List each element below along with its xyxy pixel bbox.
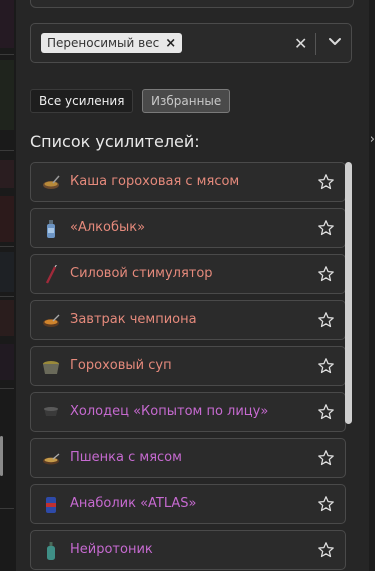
- booster-item[interactable]: Каша гороховая с мясом: [30, 162, 346, 202]
- booster-item[interactable]: Холодец «Копытом по лицу»: [30, 392, 346, 432]
- all-boosters-button[interactable]: Все усиления: [30, 89, 134, 113]
- anabolic-can-icon: [46, 497, 56, 513]
- favorite-star-icon[interactable]: [317, 173, 335, 191]
- energy-drink-bottle-icon: [47, 220, 55, 238]
- favorite-star-icon[interactable]: [317, 357, 335, 375]
- favorite-star-icon[interactable]: [317, 265, 335, 283]
- chevron-down-icon[interactable]: [327, 33, 343, 49]
- favorite-star-icon[interactable]: [317, 495, 335, 513]
- favorite-star-icon[interactable]: [317, 403, 335, 421]
- favorite-star-icon[interactable]: [317, 311, 335, 329]
- booster-label: «Алкобык»: [70, 220, 146, 235]
- millet-porridge-bowl-icon: [43, 453, 60, 465]
- pea-soup-pot-icon: [43, 361, 59, 374]
- favorites-button[interactable]: Избранные: [142, 89, 231, 113]
- booster-label: Силовой стимулятор: [70, 266, 213, 281]
- previous-field-bottom: [30, 0, 354, 8]
- booster-item[interactable]: Анаболик «ATLAS»: [30, 484, 346, 524]
- booster-item[interactable]: Гороховый суп: [30, 346, 346, 386]
- booster-item[interactable]: Силовой стимулятор: [30, 254, 346, 294]
- pea-porridge-bowl-icon: [43, 175, 60, 189]
- clear-selection-icon[interactable]: ✕: [294, 34, 307, 53]
- booster-item[interactable]: Нейротоник: [30, 530, 346, 570]
- booster-label: Пшенка с мясом: [70, 450, 182, 465]
- left-background-panel: [0, 0, 16, 571]
- booster-label: Анаболик «ATLAS»: [70, 496, 197, 511]
- breakfast-bowl-icon: [43, 314, 60, 327]
- booster-label: Завтрак чемпиона: [70, 312, 197, 327]
- booster-list-title: Список усилителей:: [30, 132, 200, 151]
- booster-label: Нейротоник: [70, 542, 153, 557]
- aspic-dish-icon: [44, 407, 58, 416]
- favorite-star-icon[interactable]: [317, 541, 335, 559]
- select-divider: [315, 33, 316, 55]
- booster-label: Холодец «Копытом по лицу»: [70, 404, 269, 419]
- list-scrollbar-thumb[interactable]: [345, 162, 352, 424]
- favorite-star-icon[interactable]: [317, 449, 335, 467]
- selected-tag: Переносимый вес ×: [41, 33, 183, 53]
- right-background-panel: [369, 0, 375, 571]
- booster-item[interactable]: «Алкобык»: [30, 208, 346, 248]
- neurotonic-bottle-icon: [47, 542, 55, 560]
- favorite-star-icon[interactable]: [317, 219, 335, 237]
- booster-item[interactable]: Пшенка с мясом: [30, 438, 346, 478]
- syringe-stimulator-icon: [45, 265, 57, 284]
- right-edge-arrow: ›: [369, 132, 375, 147]
- tag-remove-icon[interactable]: ×: [165, 36, 176, 51]
- left-panel-handle[interactable]: [0, 436, 3, 476]
- selected-tag-label: Переносимый вес: [47, 36, 160, 50]
- booster-label: Гороховый суп: [70, 358, 172, 373]
- booster-label: Каша гороховая с мясом: [70, 174, 240, 189]
- booster-filter-select[interactable]: Переносимый вес × ✕: [30, 23, 352, 63]
- booster-item[interactable]: Завтрак чемпиона: [30, 300, 346, 340]
